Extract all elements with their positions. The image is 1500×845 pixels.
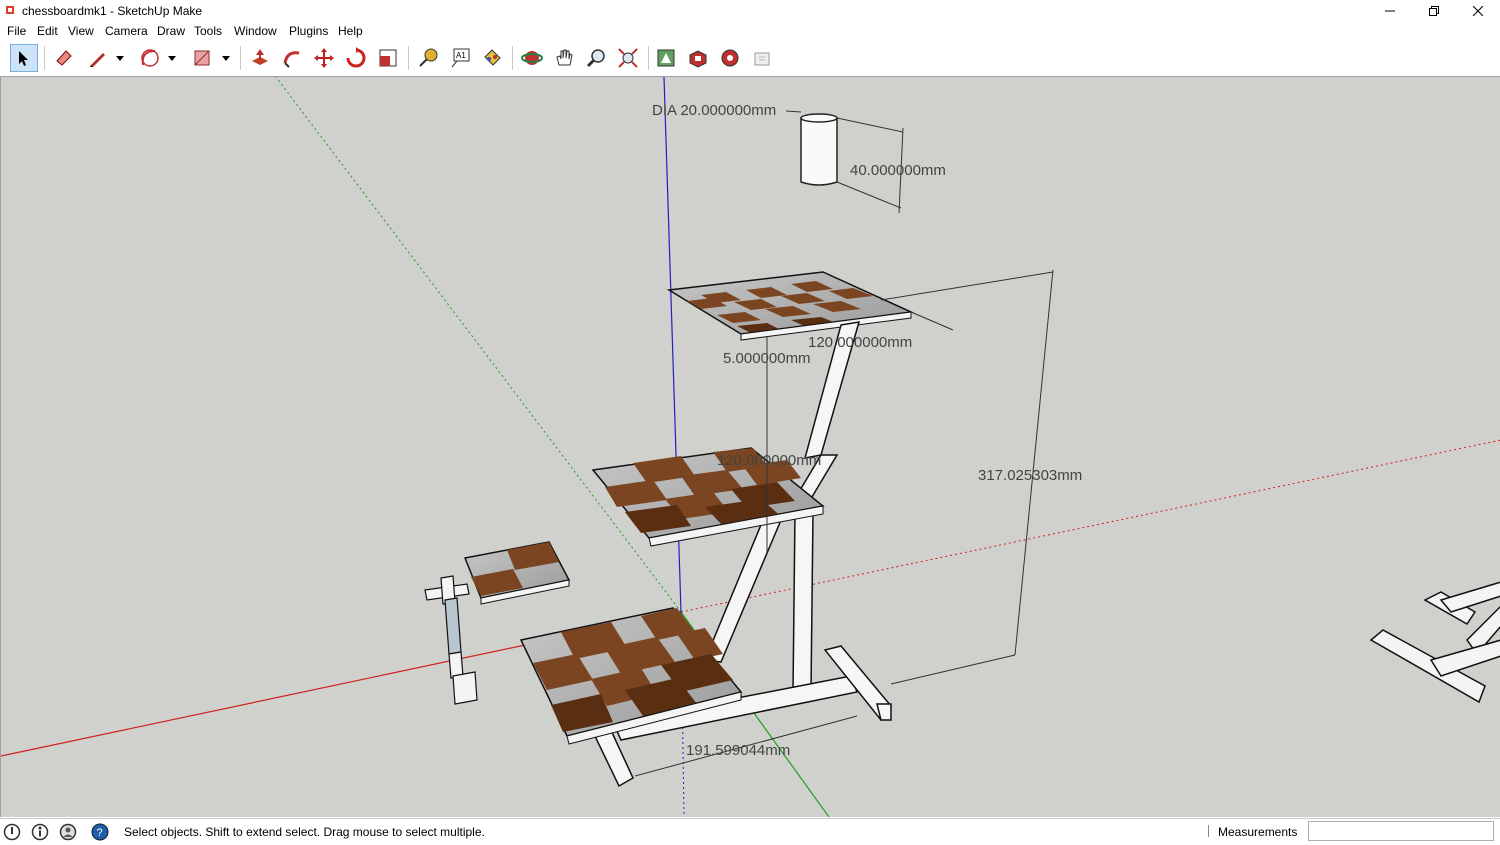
- rotate-tool-button[interactable]: [342, 44, 370, 72]
- model-scene: [1, 77, 1500, 817]
- svg-text:?: ?: [97, 827, 103, 839]
- menu-tools[interactable]: Tools: [194, 24, 222, 38]
- eraser-tool-button[interactable]: [50, 44, 78, 72]
- top-chessboard[interactable]: [666, 271, 914, 341]
- select-tool-button[interactable]: [10, 44, 38, 72]
- dimension-label-total-height[interactable]: 317.025303mm: [978, 467, 1082, 484]
- extension-manager-icon: [721, 49, 739, 67]
- text-label-icon: A1: [451, 48, 470, 68]
- chevron-down-icon: [222, 56, 230, 61]
- menu-camera[interactable]: Camera: [105, 24, 148, 38]
- green-axis-dotted: [275, 77, 682, 613]
- geo-location-icon[interactable]: [3, 823, 21, 841]
- 3d-warehouse-button[interactable]: [652, 44, 680, 72]
- layout-icon: [754, 52, 770, 66]
- user-account-icon[interactable]: [59, 823, 77, 841]
- tape-measure-icon: [419, 48, 438, 67]
- extension-warehouse-icon: [689, 50, 707, 68]
- paint-bucket-icon: [484, 49, 501, 66]
- paint-bucket-tool-button[interactable]: [478, 44, 506, 72]
- dimension-label-top-board-width[interactable]: 120.000000mm: [808, 334, 912, 351]
- zoom-extents-tool-button[interactable]: [614, 44, 642, 72]
- partial-stand-right[interactable]: [1369, 581, 1500, 704]
- follow-me-tool-button[interactable]: [278, 44, 306, 72]
- text-tool-button[interactable]: A1: [446, 44, 474, 72]
- tape-measure-tool-button[interactable]: [414, 44, 442, 72]
- magnifier-icon: [586, 49, 605, 68]
- orbit-icon: [521, 51, 543, 65]
- clamp-part[interactable]: [424, 575, 478, 705]
- restore-icon: [1429, 6, 1439, 16]
- help-icon[interactable]: ?: [91, 823, 109, 841]
- menu-view[interactable]: View: [68, 24, 94, 38]
- menu-bar: File Edit View Camera Draw Tools Window …: [0, 22, 1500, 40]
- extension-warehouse-button[interactable]: [684, 44, 712, 72]
- extension-manager-button[interactable]: [716, 44, 744, 72]
- eraser-icon: [56, 50, 72, 66]
- arc-tool-button[interactable]: [136, 44, 164, 72]
- close-button[interactable]: [1456, 0, 1500, 22]
- svg-text:A1: A1: [456, 51, 466, 60]
- title-bar: chessboardmk1 - SketchUp Make: [0, 0, 1500, 22]
- send-to-layout-button[interactable]: [748, 44, 776, 72]
- zoom-extents-icon: [618, 48, 638, 68]
- push-pull-icon: [252, 49, 268, 65]
- scale-icon: [379, 49, 397, 67]
- dimension-label-board-thickness[interactable]: 5.000000mm: [723, 350, 811, 367]
- status-bar: ? Select objects. Shift to extend select…: [0, 818, 1500, 845]
- orbit-tool-button[interactable]: [518, 44, 546, 72]
- menu-edit[interactable]: Edit: [37, 24, 58, 38]
- move-icon: [314, 48, 334, 68]
- modeling-viewport[interactable]: DIA 20.000000mm 40.000000mm 120.000000mm…: [0, 77, 1500, 817]
- warehouse-icon: [657, 49, 675, 67]
- menu-draw[interactable]: Draw: [157, 24, 185, 38]
- pan-tool-button[interactable]: [550, 44, 578, 72]
- follow-me-icon: [283, 51, 300, 68]
- menu-help[interactable]: Help: [338, 24, 363, 38]
- minimize-button[interactable]: [1368, 0, 1412, 22]
- push-pull-tool-button[interactable]: [246, 44, 274, 72]
- scale-tool-button[interactable]: [374, 44, 402, 72]
- dimension-label-base-length[interactable]: 191.599044mm: [686, 742, 790, 759]
- arrow-cursor-icon: [19, 51, 28, 66]
- bottom-chessboard[interactable]: [519, 607, 743, 745]
- menu-plugins[interactable]: Plugins: [289, 24, 328, 38]
- window-title: chessboardmk1 - SketchUp Make: [22, 4, 203, 18]
- status-hint: Select objects. Shift to extend select. …: [124, 825, 485, 839]
- arc-dropdown-button[interactable]: [162, 44, 182, 72]
- dimension-label-middle-board-width[interactable]: 120.000000mm: [717, 452, 821, 469]
- small-chessboard[interactable]: [463, 541, 571, 605]
- pencil-icon: [90, 53, 105, 67]
- chevron-down-icon: [116, 56, 124, 61]
- rectangle-icon: [194, 50, 210, 66]
- measurements-label: Measurements: [1218, 825, 1298, 839]
- move-tool-button[interactable]: [310, 44, 338, 72]
- shape-dropdown-button[interactable]: [216, 44, 236, 72]
- toolbar: A1: [0, 40, 1500, 77]
- status-divider: [1208, 825, 1209, 837]
- rectangle-tool-button[interactable]: [188, 44, 216, 72]
- minimize-icon: [1385, 10, 1395, 12]
- measurements-input[interactable]: [1308, 821, 1494, 841]
- sketchup-logo-icon: [6, 6, 14, 14]
- chess-piece-cylinder[interactable]: [800, 113, 838, 186]
- line-tool-button[interactable]: [84, 44, 112, 72]
- restore-button[interactable]: [1412, 0, 1456, 22]
- menu-file[interactable]: File: [7, 24, 26, 38]
- dimension-label-cylinder-diameter[interactable]: DIA 20.000000mm: [652, 102, 776, 119]
- credits-icon[interactable]: [31, 823, 49, 841]
- close-icon: [1473, 6, 1483, 16]
- zoom-tool-button[interactable]: [582, 44, 610, 72]
- hand-icon: [556, 49, 573, 66]
- line-dropdown-button[interactable]: [110, 44, 130, 72]
- chevron-down-icon: [168, 56, 176, 61]
- rotate-icon: [346, 47, 366, 68]
- menu-window[interactable]: Window: [234, 24, 277, 38]
- dimension-label-cylinder-height[interactable]: 40.000000mm: [850, 162, 946, 179]
- arc-icon: [141, 49, 159, 67]
